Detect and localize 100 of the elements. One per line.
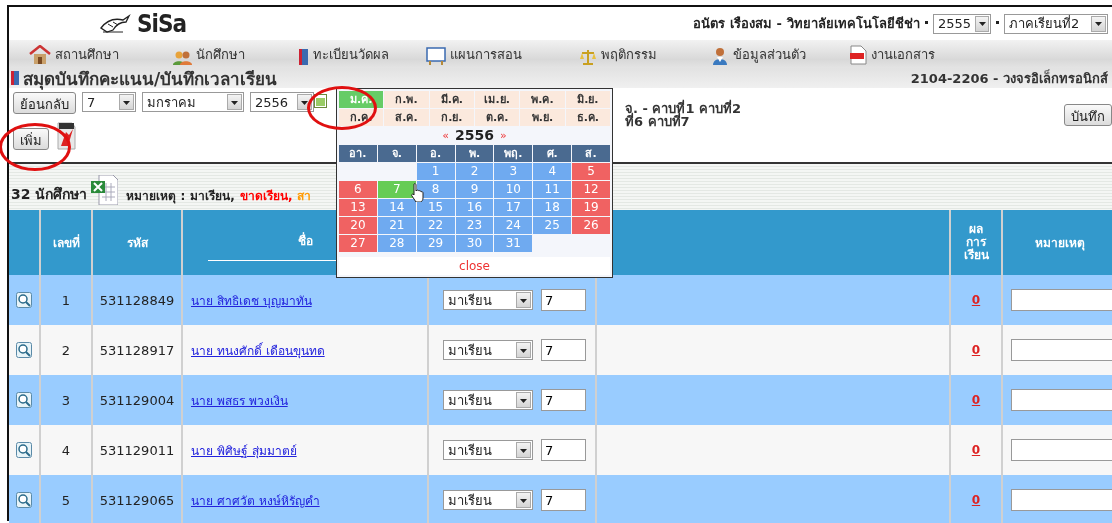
person-icon <box>711 47 729 65</box>
periods-field[interactable]: 7 <box>541 489 586 511</box>
annotation-circle <box>307 86 377 130</box>
student-name-link[interactable]: นาย พสธร พวงเงิน <box>191 390 288 410</box>
close-link[interactable]: close <box>339 257 610 275</box>
course-title: 2104-2206 - วงจรอิเล็กทรอนิกส์ <box>910 68 1108 88</box>
attendance-select[interactable]: มาเรียน <box>443 440 533 460</box>
year-select[interactable]: 2556 <box>250 92 314 112</box>
calendar-day[interactable]: 27 <box>339 235 377 252</box>
dropdown-arrow-icon <box>1094 20 1103 27</box>
legend-item: สา <box>297 188 312 205</box>
attendance-select[interactable]: มาเรียน <box>443 490 533 510</box>
table-cell: 1 <box>61 292 71 308</box>
hand-cursor-icon <box>409 183 425 202</box>
calendar-day[interactable]: 6 <box>339 181 377 198</box>
month-tab[interactable]: เม.ย. <box>475 91 520 108</box>
add-button[interactable]: เพิ่ม <box>13 128 49 150</box>
nav-item[interactable]: ทะเบียนวัดผล <box>298 44 426 65</box>
search-icon <box>16 292 32 308</box>
attendance-select[interactable]: มาเรียน <box>443 390 533 410</box>
grade-link[interactable]: 0 <box>971 493 981 507</box>
pdf-icon <box>55 122 77 150</box>
calendar-day[interactable]: 26 <box>572 217 610 234</box>
calendar-day[interactable]: 12 <box>572 181 610 198</box>
attendance-select[interactable]: มาเรียน <box>443 340 533 360</box>
grade-link[interactable]: 0 <box>971 293 981 307</box>
next-year-link[interactable]: » <box>500 128 507 142</box>
month-tab[interactable]: มิ.ย. <box>565 91 610 108</box>
header-cell <box>9 210 39 275</box>
month-tab[interactable]: ส.ค. <box>384 109 429 126</box>
dropdown-arrow-icon <box>230 98 239 106</box>
nav-item[interactable]: งานเอกสาร <box>849 44 969 65</box>
periods-field[interactable]: 7 <box>541 439 586 461</box>
year-select[interactable]: 2555 <box>933 13 991 34</box>
month-tab[interactable]: มี.ค. <box>429 91 474 108</box>
dropdown-arrow-icon <box>519 296 528 304</box>
board-icon <box>426 47 446 65</box>
search-icon <box>16 492 32 508</box>
periods-field[interactable]: 7 <box>541 389 586 411</box>
nav-item[interactable]: นักศึกษา <box>173 44 298 65</box>
month-tab[interactable]: ต.ค. <box>475 109 520 126</box>
term-select[interactable]: ภาคเรียนที่2 <box>1004 13 1108 34</box>
column-header: เลขที่ <box>52 233 80 252</box>
back-button[interactable]: ย้อนกลับ <box>13 92 76 114</box>
month-tab[interactable]: พ.ค. <box>520 91 565 108</box>
student-name-link[interactable]: นาย พิศิษฐ์ สุ่มมาตย์ <box>191 440 297 460</box>
periods-field[interactable]: 7 <box>541 289 586 311</box>
annotation-circle <box>0 123 71 171</box>
table-cell: 531128917 <box>99 342 175 358</box>
logo-text: SiSa <box>137 9 187 38</box>
table-cell: 531129065 <box>99 492 175 508</box>
calendar-day[interactable]: 5 <box>572 163 610 180</box>
month-select[interactable]: มกราคม <box>142 92 244 112</box>
weekday-header: จ. <box>377 145 416 162</box>
page-title: สมุดบันทึกคะแนน/บันทึกเวลาเรียน <box>23 67 278 92</box>
nav-item[interactable]: สถานศึกษา <box>29 44 173 65</box>
weekday-header: พ. <box>455 145 494 162</box>
weekday-header: อา. <box>339 145 377 162</box>
periods-field[interactable]: 7 <box>541 339 586 361</box>
month-tab[interactable]: ก.พ. <box>384 91 429 108</box>
book-icon <box>298 49 309 65</box>
grade-link[interactable]: 0 <box>971 393 981 407</box>
remark-field[interactable] <box>1011 289 1112 311</box>
grade-link[interactable]: 0 <box>971 343 981 357</box>
remark-field[interactable] <box>1011 439 1112 461</box>
remark-field[interactable] <box>1011 339 1112 361</box>
remark-field[interactable] <box>1011 489 1112 511</box>
attendance-select[interactable]: มาเรียน <box>443 290 533 310</box>
day-select[interactable]: 7 <box>82 92 136 112</box>
save-button[interactable]: บันทึก <box>1064 104 1112 126</box>
table-cell: 531129011 <box>99 442 175 458</box>
grade-link[interactable]: 0 <box>971 443 981 457</box>
weekday-header: ศ. <box>533 145 572 162</box>
dropdown-arrow-icon <box>519 496 528 504</box>
search-icon <box>16 442 32 458</box>
dropdown-arrow-icon <box>300 98 309 106</box>
nav-item[interactable]: พฤติกรรม <box>579 44 711 65</box>
house-icon <box>29 45 51 65</box>
legend-label: หมายเหตุ : <box>126 188 186 205</box>
weekday-header: ส. <box>572 145 610 162</box>
table-cell: 3 <box>61 392 71 408</box>
search-icon <box>16 342 32 358</box>
calendar-day[interactable]: 19 <box>572 199 610 216</box>
document-icon <box>849 45 867 65</box>
previous-year-link[interactable]: « <box>442 128 449 142</box>
month-tab[interactable]: พ.ย. <box>520 109 565 126</box>
column-header: หมายเหตุ <box>1035 235 1085 252</box>
weekday-header: พฤ. <box>494 145 533 162</box>
spreadsheet-icon <box>91 175 119 205</box>
remark-field[interactable] <box>1011 389 1112 411</box>
calendar-day[interactable]: 13 <box>339 199 377 216</box>
calendar-day[interactable]: 20 <box>339 217 377 234</box>
month-tab[interactable]: ธ.ค. <box>565 109 610 126</box>
nav-item[interactable]: ข้อมูลส่วนตัว <box>711 44 849 65</box>
dropdown-arrow-icon <box>519 446 528 454</box>
month-tab[interactable]: ก.ย. <box>429 109 474 126</box>
nav-item[interactable]: แผนการสอน <box>426 44 579 65</box>
search-icon <box>16 392 32 408</box>
calendar-year: 2556 <box>455 127 494 143</box>
student-name-link[interactable]: นาย สิทธิเดช บุญมาทัน <box>191 290 312 310</box>
